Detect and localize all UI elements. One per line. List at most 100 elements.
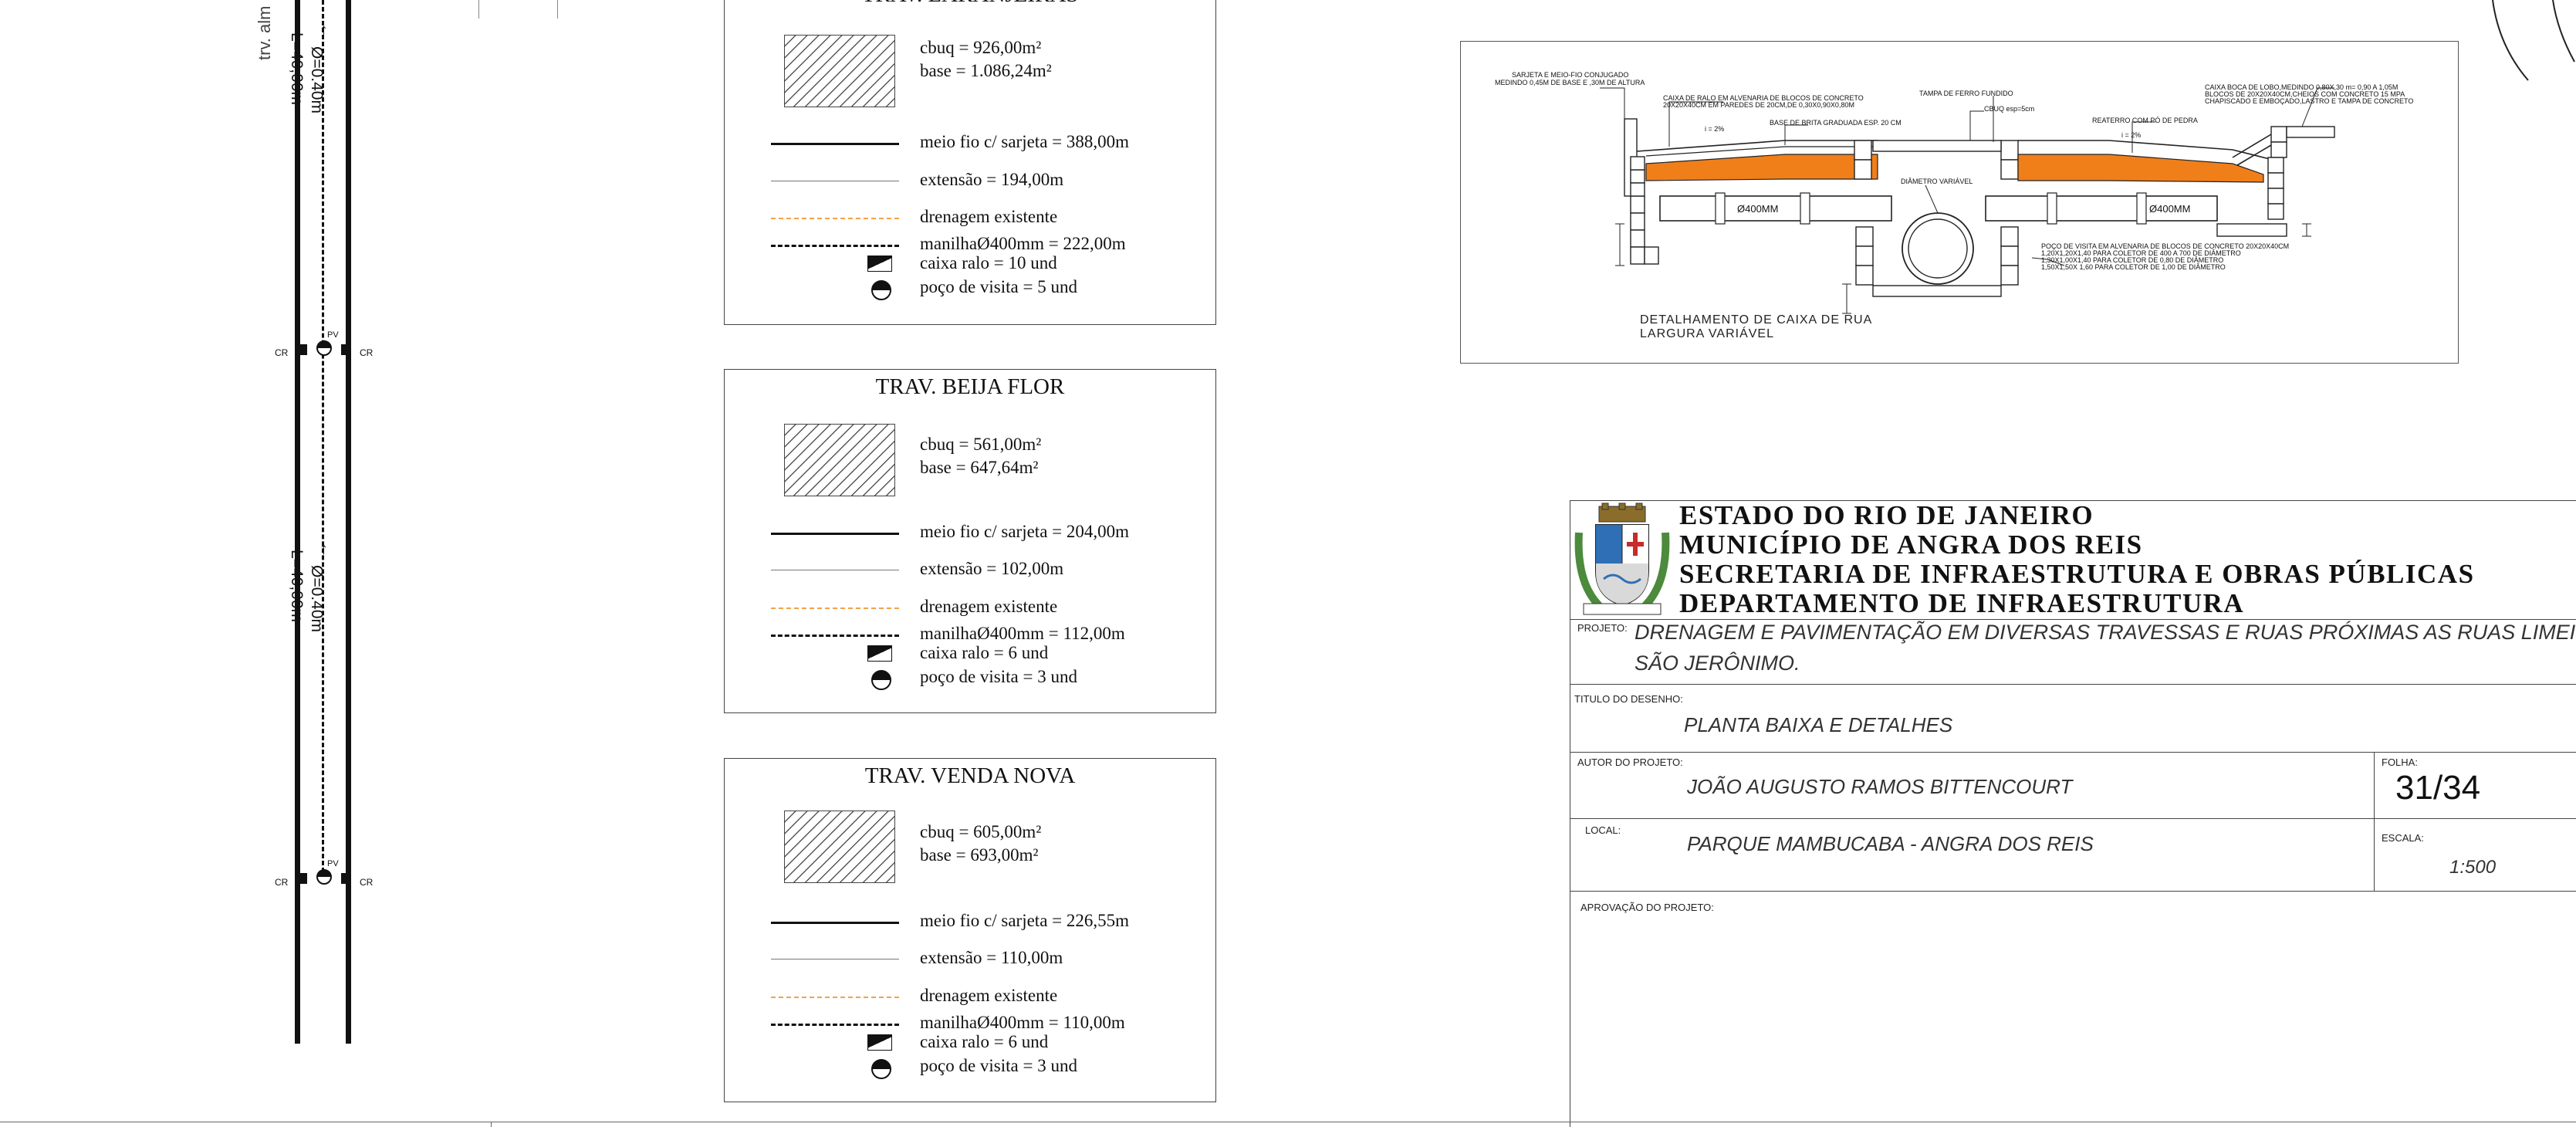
drenagem-line-symbol: [771, 218, 899, 219]
local-label: LOCAL:: [1585, 824, 1621, 836]
header-estado: ESTADO DO RIO DE JANEIRO: [1679, 500, 2094, 530]
legend-drenagem: drenagem existente: [920, 986, 1058, 1005]
legend-drenagem: drenagem existente: [920, 597, 1058, 616]
autor-value: JOÃO AUGUSTO RAMOS BITTENCOURT: [1687, 775, 2073, 798]
divider-after-titulo: [1570, 752, 2576, 753]
legend-title: TRAV. BEIJA FLOR: [875, 374, 1065, 399]
inlet-label-right-lower: CR: [360, 877, 374, 888]
pipe-diameter-top: Ø=0.40m: [308, 46, 326, 113]
titulo-label: TITULO DO DESENHO:: [1574, 693, 1683, 705]
note-tampa: TAMPA DE FERRO FUNDIDO: [1919, 90, 2013, 97]
aprovacao-label: APROVAÇÃO DO PROJETO:: [1580, 902, 1714, 913]
pipe-length-top: L=40,00m: [288, 32, 306, 105]
pipe-length-mid: L=40,00m: [288, 550, 306, 622]
coat-of-arms-icon: [1574, 503, 1670, 615]
legend-extensao: extensão = 110,00m: [920, 948, 1063, 967]
note-pipe-right: Ø400MM: [2149, 203, 2191, 215]
legend-title: TRAV. LARANJEIRAS: [725, 0, 1215, 8]
caixa-ralo-icon: [867, 1034, 892, 1051]
projeto-label: PROJETO:: [1577, 622, 1628, 634]
legend-caixa-ralo: caixa ralo = 6 und: [920, 643, 1049, 662]
manhole-label-lower: PV: [327, 859, 339, 868]
legend-poco-visita: poço de visita = 3 und: [920, 1056, 1077, 1075]
base-layer-right: [2017, 154, 2264, 183]
right-curb-line: [346, 0, 351, 1044]
cbuq-hatch-swatch: [784, 35, 895, 107]
inlet-left-lower: [298, 873, 307, 884]
plan-tick-2: [557, 0, 558, 19]
note-sarjeta: SARJETA E MEIO-FIO CONJUGADO: [1512, 71, 1629, 79]
street-plan: trv. alm ↑ Ø=0.40m L=40,00m ↑ Ø=0.40m L=…: [0, 0, 571, 1127]
manhole-pv-lower: [316, 869, 332, 885]
legend-cbuq: cbuq = 561,00m²: [920, 435, 1042, 454]
note-reaterro: REATERRO COM PÓ DE PEDRA: [2092, 117, 2198, 124]
detail-drawing-frame: SARJETA E MEIO-FIO CONJUGADO MEDINDO 0,4…: [1460, 41, 2459, 364]
legend-box-venda-nova: TRAV. VENDA NOVA cbuq = 605,00m² base = …: [724, 758, 1216, 1102]
manilha-line-symbol: [771, 635, 899, 637]
local-value: PARQUE MAMBUCABA - ANGRA DOS REIS: [1687, 832, 2094, 855]
cbuq-hatch-swatch: [784, 811, 895, 883]
manhole-pv-upper: [316, 340, 332, 356]
divider-after-local: [1570, 891, 2576, 892]
legend-base: base = 693,00m²: [920, 845, 1039, 865]
divider-after-autor: [1570, 818, 2576, 819]
note-cbuq: CBUQ esp=5cm: [1984, 105, 2035, 113]
manilha-line-symbol: [771, 1024, 899, 1026]
legend-poco-visita: poço de visita = 3 und: [920, 667, 1077, 686]
projeto-value-line1: DRENAGEM E PAVIMENTAÇÃO EM DIVERSAS TRAV…: [1635, 621, 2576, 644]
drenagem-line-symbol: [771, 607, 899, 609]
note-base: BASE DE BRITA GRADUADA ESP. 20 CM: [1770, 119, 1902, 127]
legend-base: base = 1.086,24m²: [920, 61, 1052, 80]
note-caixa-ralo-2: 20X20X40CM EM PAREDES DE 20CM,DE 0,30X0,…: [1663, 101, 1854, 109]
legend-meio-fio: meio fio c/ sarjeta = 204,00m: [920, 522, 1130, 541]
legend-manilha: manilhaØ400mm = 110,00m: [920, 1013, 1125, 1032]
divider-folha-column: [2374, 752, 2375, 891]
manilha-line-symbol: [771, 245, 899, 247]
inlet-right-upper: [341, 344, 350, 355]
plan-tick-1: [478, 0, 479, 19]
folha-value: 31/34: [2395, 769, 2481, 807]
note-slope-left: i = 2%: [1705, 125, 1725, 133]
legend-cbuq: cbuq = 926,00m²: [920, 38, 1042, 57]
poco-visita-icon: [871, 1059, 891, 1079]
inlet-left-upper: [298, 344, 307, 355]
legend-manilha: manilhaØ400mm = 112,00m: [920, 624, 1125, 643]
detail-caption-line1: DETALHAMENTO DE CAIXA DE RUA: [1640, 313, 1873, 327]
inlet-label-left-upper: CR: [275, 347, 289, 358]
note-sarjeta-2: MEDINDO 0,45M DE BASE E ,30M DE ALTURA: [1495, 79, 1645, 86]
titulo-value: PLANTA BAIXA E DETALHES: [1684, 713, 1953, 736]
legend-drenagem: drenagem existente: [920, 207, 1058, 226]
legend-box-beija-flor: TRAV. BEIJA FLOR cbuq = 561,00m² base = …: [724, 369, 1216, 713]
escala-value: 1:500: [2449, 857, 2497, 878]
note-poco-4: 1,50X1,50X 1,60 PARA COLETOR DE 1,00 DE …: [2041, 263, 2226, 271]
legend-caixa-ralo: caixa ralo = 6 und: [920, 1032, 1049, 1051]
legend-extensao: extensão = 194,00m: [920, 170, 1064, 189]
legend-base: base = 647,64m²: [920, 458, 1039, 477]
legend-box-laranjeiras: TRAV. LARANJEIRAS cbuq = 926,00m² base =…: [724, 0, 1216, 325]
detail-caption-line2: LARGURA VARIÁVEL: [1640, 327, 1774, 340]
caixa-ralo-icon: [867, 256, 892, 272]
folha-label: FOLHA:: [2382, 756, 2418, 768]
meio-fio-line-symbol: [771, 533, 899, 535]
manhole-label-upper: PV: [327, 330, 339, 340]
caixa-ralo-icon: [867, 645, 892, 662]
note-diametro: DIÂMETRO VARIÁVEL: [1901, 178, 1973, 185]
plan-arc-decoration: [2492, 0, 2575, 81]
pipe-arrow-mid: ↑: [319, 539, 328, 558]
drenagem-line-symbol: [771, 997, 899, 998]
legend-meio-fio: meio fio c/ sarjeta = 388,00m: [920, 132, 1130, 151]
meio-fio-line-symbol: [771, 922, 899, 924]
poco-visita-icon: [871, 280, 891, 300]
cbuq-hatch-swatch: [784, 424, 895, 496]
legend-cbuq: cbuq = 605,00m²: [920, 822, 1042, 841]
legend-title: TRAV. VENDA NOVA: [864, 763, 1076, 788]
escala-label: ESCALA:: [2382, 832, 2424, 844]
inlet-label-right-upper: CR: [360, 347, 374, 358]
inlet-label-left-lower: CR: [275, 877, 289, 888]
title-block: ESTADO DO RIO DE JANEIRO MUNICÍPIO DE AN…: [1570, 500, 2576, 1127]
header-secretaria: SECRETARIA DE INFRAESTRUTURA E OBRAS PÚB…: [1679, 559, 2475, 589]
legend-meio-fio: meio fio c/ sarjeta = 226,55m: [920, 911, 1130, 930]
street-name-label: trv. alm: [255, 5, 274, 60]
note-pipe-left: Ø400MM: [1737, 203, 1779, 215]
header-municipio: MUNICÍPIO DE ANGRA DOS REIS: [1679, 530, 2143, 560]
